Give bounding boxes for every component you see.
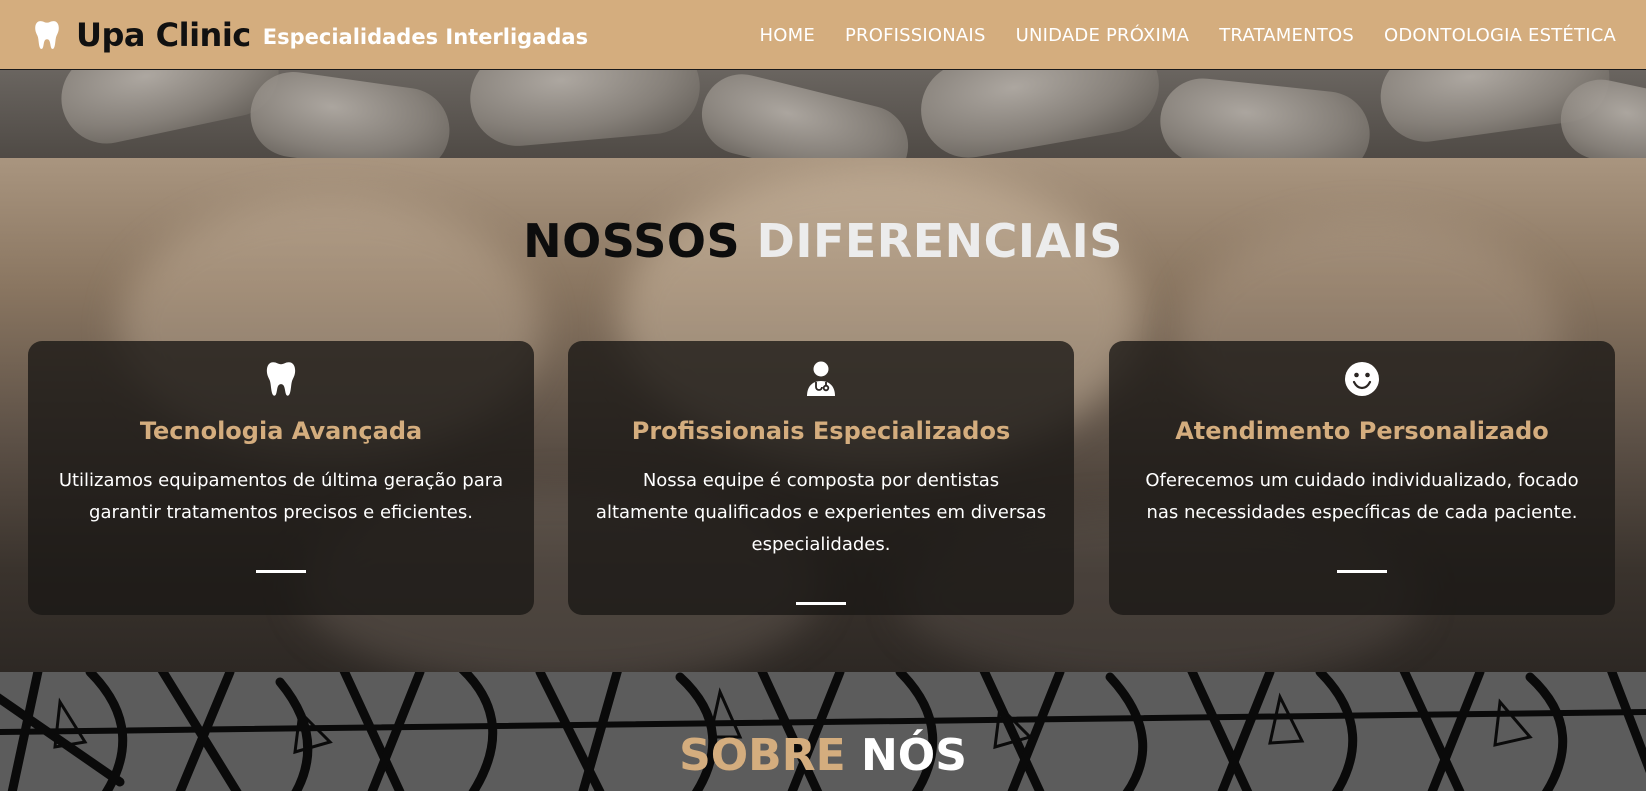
card-text: Nossa equipe é composta por dentistas al… [595,470,1047,555]
nav-unidade-proxima[interactable]: UNIDADE PRÓXIMA [1016,25,1190,46]
hero-background-image [0,70,1646,158]
tooth-icon [35,21,59,49]
differentials-section: NOSSOS DIFERENCIAIS Tecnologia Avançada … [0,158,1646,672]
title-part-2: DIFERENCIAIS [756,214,1123,268]
brand[interactable]: Upa Clinic Especialidades Interligadas [34,0,588,70]
card-divider [256,570,306,573]
nav-home[interactable]: HOME [760,25,815,46]
smile-icon [1345,362,1379,396]
feature-card-atendimento: Atendimento Personalizado Oferecemos um … [1109,341,1615,615]
about-section: SOBRE NÓS [0,672,1646,791]
nav-profissionais[interactable]: PROFISSIONAIS [845,25,986,46]
about-title-part-1: SOBRE [679,730,846,781]
card-divider [796,602,846,605]
feature-card-profissionais: Profissionais Especializados Nossa equip… [568,341,1074,615]
doctor-icon [807,361,835,396]
tooth-icon [266,362,296,396]
about-title-part-2: NÓS [860,730,967,781]
card-title: Atendimento Personalizado [1175,417,1549,445]
main-nav: HOME PROFISSIONAIS UNIDADE PRÓXIMA TRATA… [730,0,1616,70]
card-title: Profissionais Especializados [631,417,1011,445]
section-title: NOSSOS DIFERENCIAIS [0,214,1646,268]
feature-card-tecnologia: Tecnologia Avançada Utilizamos equipamen… [28,341,534,615]
card-text: Utilizamos equipamentos de última geraçã… [58,470,504,523]
nav-odontologia-estetica[interactable]: ODONTOLOGIA ESTÉTICA [1384,25,1616,46]
card-divider [1337,570,1387,573]
title-part-1: NOSSOS [523,214,741,268]
nav-tratamentos[interactable]: TRATAMENTOS [1219,25,1354,46]
brand-tagline: Especialidades Interligadas [262,25,589,49]
brand-name: Upa Clinic [76,16,251,54]
card-text: Oferecemos um cuidado individualizado, f… [1145,470,1579,523]
card-title: Tecnologia Avançada [139,417,423,445]
about-title: SOBRE NÓS [0,730,1646,781]
site-header: Upa Clinic Especialidades Interligadas H… [0,0,1646,70]
